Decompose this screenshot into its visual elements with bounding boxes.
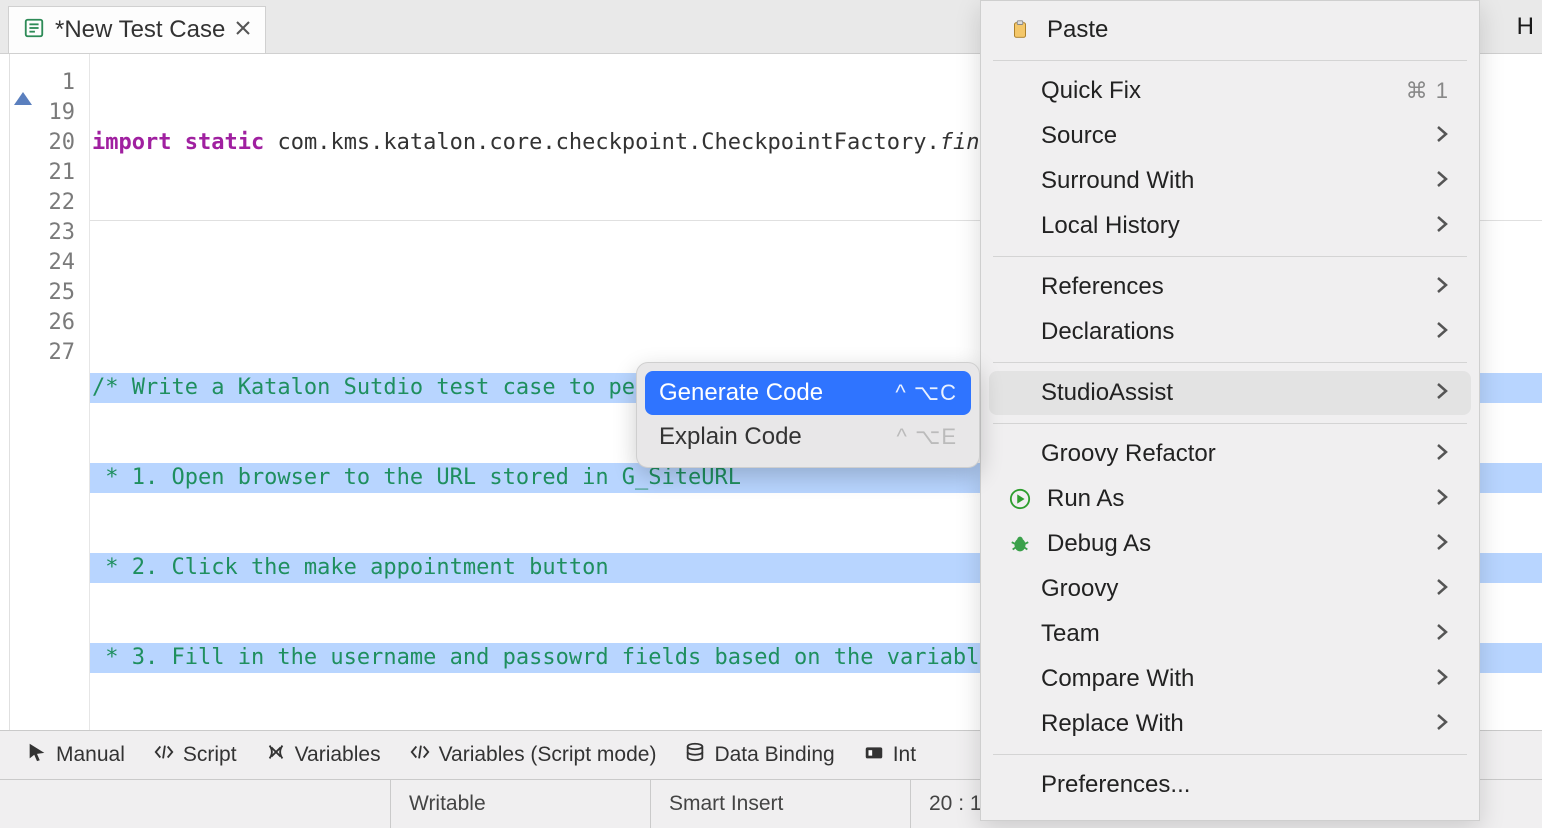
- line-number: 19: [10, 98, 89, 128]
- database-icon: [684, 741, 706, 769]
- chevron-right-icon: [1435, 122, 1449, 150]
- paste-icon: [1007, 19, 1033, 41]
- chevron-right-icon: [1435, 575, 1449, 603]
- menu-label: Groovy: [1041, 575, 1421, 603]
- chevron-right-icon: [1435, 485, 1449, 513]
- chevron-right-icon: [1435, 273, 1449, 301]
- tab-variables[interactable]: Variables: [255, 735, 391, 775]
- chevron-right-icon: [1435, 665, 1449, 693]
- line-number: 22: [10, 188, 89, 218]
- line-gutter: 1 19 20 21 22 23 24 25 26 27: [10, 54, 90, 730]
- line-number: 25: [10, 278, 89, 308]
- line-number: 21: [10, 158, 89, 188]
- menu-label: Preferences...: [1041, 771, 1449, 799]
- editor-tab-title: *New Test Case: [55, 16, 225, 44]
- line-number: 27: [10, 338, 89, 368]
- menu-label: StudioAssist: [1041, 379, 1421, 407]
- menu-label: Groovy Refactor: [1041, 440, 1421, 468]
- code-icon: [409, 741, 431, 769]
- menu-groovy[interactable]: Groovy: [989, 567, 1471, 611]
- submenu-shortcut: ^ ⌥E: [897, 424, 957, 450]
- chevron-right-icon: [1435, 530, 1449, 558]
- menu-debug-as[interactable]: Debug As: [989, 522, 1471, 566]
- line-number: 24: [10, 248, 89, 278]
- context-menu: Paste Quick Fix ⌘ 1 Source Surround With…: [980, 0, 1480, 821]
- marker-strip: [0, 54, 10, 730]
- chevron-right-icon: [1435, 379, 1449, 407]
- menu-separator: [993, 423, 1467, 424]
- tab-label: Variables (Script mode): [439, 743, 657, 767]
- close-icon[interactable]: [235, 20, 251, 41]
- menu-label: References: [1041, 273, 1421, 301]
- menu-shortcut: ⌘ 1: [1406, 78, 1449, 104]
- chevron-right-icon: [1435, 167, 1449, 195]
- menu-compare-with[interactable]: Compare With: [989, 657, 1471, 701]
- code-icon: [153, 741, 175, 769]
- menu-groovy-refactor[interactable]: Groovy Refactor: [989, 432, 1471, 476]
- tab-manual[interactable]: Manual: [16, 735, 135, 775]
- menu-references[interactable]: References: [989, 265, 1471, 309]
- menu-local-history[interactable]: Local History: [989, 204, 1471, 248]
- menu-source[interactable]: Source: [989, 114, 1471, 158]
- bug-icon: [1007, 533, 1033, 555]
- play-icon: [1007, 488, 1033, 510]
- submenu-generate-code[interactable]: Generate Code ^ ⌥C: [645, 371, 971, 415]
- menu-run-as[interactable]: Run As: [989, 477, 1471, 521]
- menu-team[interactable]: Team: [989, 612, 1471, 656]
- submenu-label: Explain Code: [659, 423, 885, 451]
- variable-x-icon: [265, 741, 287, 769]
- menu-separator: [993, 754, 1467, 755]
- submenu-explain-code[interactable]: Explain Code ^ ⌥E: [645, 415, 971, 459]
- menu-preferences[interactable]: Preferences...: [989, 763, 1471, 807]
- tab-data-binding[interactable]: Data Binding: [674, 735, 844, 775]
- chevron-right-icon: [1435, 212, 1449, 240]
- test-case-icon: [23, 17, 45, 44]
- tab-script[interactable]: Script: [143, 735, 247, 775]
- menu-label: Debug As: [1047, 530, 1421, 558]
- line-number: 26: [10, 308, 89, 338]
- menu-label: Paste: [1047, 16, 1449, 44]
- integration-icon: [863, 741, 885, 769]
- line-number: 23: [10, 218, 89, 248]
- menu-quick-fix[interactable]: Quick Fix ⌘ 1: [989, 69, 1471, 113]
- menu-label: Replace With: [1041, 710, 1421, 738]
- menu-label: Surround With: [1041, 167, 1421, 195]
- menu-replace-with[interactable]: Replace With: [989, 702, 1471, 746]
- line-number: 20: [10, 128, 89, 158]
- chevron-right-icon: [1435, 440, 1449, 468]
- menu-label: Quick Fix: [1041, 77, 1392, 105]
- tab-variables-script[interactable]: Variables (Script mode): [399, 735, 667, 775]
- studio-assist-submenu: Generate Code ^ ⌥C Explain Code ^ ⌥E: [636, 362, 980, 468]
- editor-tab[interactable]: *New Test Case: [8, 6, 266, 53]
- menu-label: Run As: [1047, 485, 1421, 513]
- menu-label: Local History: [1041, 212, 1421, 240]
- tab-label: Manual: [56, 743, 125, 767]
- menu-studio-assist[interactable]: StudioAssist: [989, 371, 1471, 415]
- menu-separator: [993, 256, 1467, 257]
- menu-label: Declarations: [1041, 318, 1421, 346]
- tab-label: Int: [893, 743, 916, 767]
- status-writable: Writable: [390, 780, 650, 828]
- cursor-icon: [26, 741, 48, 769]
- menu-separator: [993, 60, 1467, 61]
- tab-label: Data Binding: [714, 743, 834, 767]
- menu-paste[interactable]: Paste: [989, 8, 1471, 52]
- chevron-right-icon: [1435, 710, 1449, 738]
- menu-label: Team: [1041, 620, 1421, 648]
- submenu-label: Generate Code: [659, 379, 883, 407]
- menu-declarations[interactable]: Declarations: [989, 310, 1471, 354]
- line-number: 1: [10, 68, 89, 98]
- menu-label: Compare With: [1041, 665, 1421, 693]
- chevron-right-icon: [1435, 620, 1449, 648]
- tab-label: Variables: [295, 743, 381, 767]
- menu-separator: [993, 362, 1467, 363]
- status-insert-mode: Smart Insert: [650, 780, 910, 828]
- tab-label: Script: [183, 743, 237, 767]
- truncated-ui-letter: H: [1517, 0, 1542, 53]
- tab-integration[interactable]: Int: [853, 735, 926, 775]
- menu-surround-with[interactable]: Surround With: [989, 159, 1471, 203]
- chevron-right-icon: [1435, 318, 1449, 346]
- menu-label: Source: [1041, 122, 1421, 150]
- submenu-shortcut: ^ ⌥C: [895, 380, 957, 406]
